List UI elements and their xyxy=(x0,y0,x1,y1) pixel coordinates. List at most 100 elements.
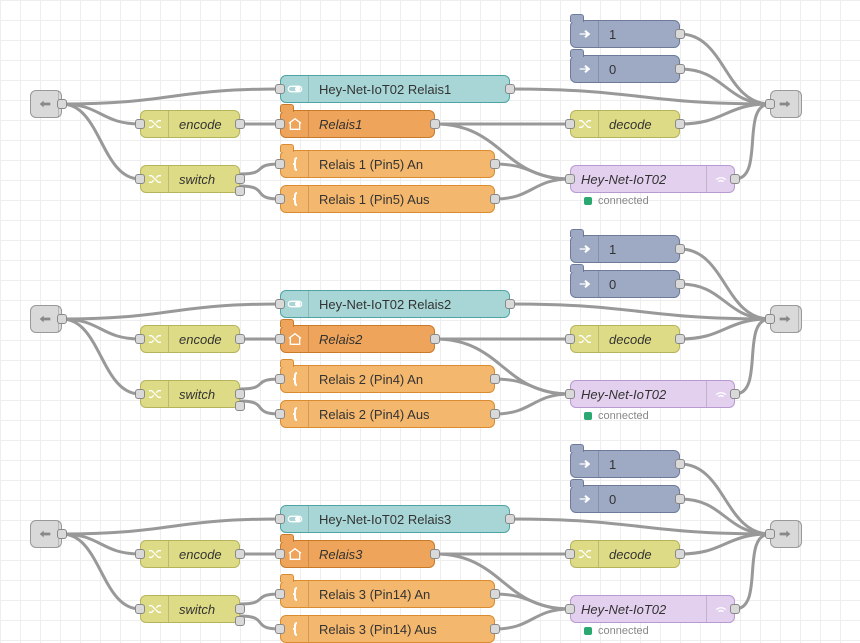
shuffle-icon xyxy=(141,111,169,137)
ui-switch-1[interactable]: Hey-Net-IoT02 Relais2 xyxy=(280,290,510,318)
link-in-1[interactable] xyxy=(30,305,62,333)
decode-0[interactable]: decode xyxy=(570,110,680,138)
encode-1-label: encode xyxy=(169,332,239,347)
home-icon xyxy=(281,326,309,352)
switch-0[interactable]: switch xyxy=(140,165,240,193)
home-icon xyxy=(281,541,309,567)
switch-1[interactable]: switch xyxy=(140,380,240,408)
brace-icon xyxy=(281,581,309,607)
link-out-0[interactable] xyxy=(770,90,802,118)
ui-switch-2[interactable]: Hey-Net-IoT02 Relais3 xyxy=(280,505,510,533)
arrow-icon xyxy=(571,451,599,477)
inject-0-1[interactable]: 0 xyxy=(570,270,680,298)
relais-1-label: Relais2 xyxy=(309,332,434,347)
mqtt-2[interactable]: Hey-Net-IoT02 xyxy=(570,595,735,623)
shuffle-icon xyxy=(571,326,599,352)
arrow-icon xyxy=(571,21,599,47)
mqtt-status-text-1: connected xyxy=(598,410,649,422)
link-out-1[interactable] xyxy=(770,305,802,333)
shuffle-icon xyxy=(571,541,599,567)
inject-1-2[interactable]: 1 xyxy=(570,450,680,478)
status-dot-icon xyxy=(584,412,592,420)
switch-1-label: switch xyxy=(169,387,239,402)
mqtt-0[interactable]: Hey-Net-IoT02 xyxy=(570,165,735,193)
shuffle-icon xyxy=(141,381,169,407)
switch-2-label: switch xyxy=(169,602,239,617)
mqtt-0-label: Hey-Net-IoT02 xyxy=(571,172,706,187)
encode-2-label: encode xyxy=(169,547,239,562)
encode-0[interactable]: encode xyxy=(140,110,240,138)
inject-0-2[interactable]: 0 xyxy=(570,485,680,513)
brace-icon xyxy=(281,151,309,177)
ui-switch-0-label: Hey-Net-IoT02 Relais1 xyxy=(309,82,509,97)
template-aus-1-label: Relais 2 (Pin4) Aus xyxy=(309,407,494,422)
template-aus-2[interactable]: Relais 3 (Pin14) Aus xyxy=(280,615,495,643)
arrow-icon xyxy=(571,271,599,297)
arrow-icon xyxy=(571,236,599,262)
template-aus-0-label: Relais 1 (Pin5) Aus xyxy=(309,192,494,207)
link-in-icon xyxy=(31,521,59,547)
inject-1-0-label: 1 xyxy=(599,27,679,42)
template-aus-0[interactable]: Relais 1 (Pin5) Aus xyxy=(280,185,495,213)
shuffle-icon xyxy=(141,326,169,352)
toggle-icon xyxy=(281,506,309,532)
template-an-0[interactable]: Relais 1 (Pin5) An xyxy=(280,150,495,178)
brace-icon xyxy=(281,366,309,392)
link-out-icon xyxy=(771,91,799,117)
decode-2-label: decode xyxy=(599,547,679,562)
template-aus-2-label: Relais 3 (Pin14) Aus xyxy=(309,622,494,637)
home-icon xyxy=(281,111,309,137)
link-in-icon xyxy=(31,91,59,117)
ui-switch-1-label: Hey-Net-IoT02 Relais2 xyxy=(309,297,509,312)
mqtt-1[interactable]: Hey-Net-IoT02 xyxy=(570,380,735,408)
ui-switch-2-label: Hey-Net-IoT02 Relais3 xyxy=(309,512,509,527)
template-an-1[interactable]: Relais 2 (Pin4) An xyxy=(280,365,495,393)
link-in-2[interactable] xyxy=(30,520,62,548)
template-aus-1[interactable]: Relais 2 (Pin4) Aus xyxy=(280,400,495,428)
link-out-icon xyxy=(771,521,799,547)
link-out-2[interactable] xyxy=(770,520,802,548)
decode-1[interactable]: decode xyxy=(570,325,680,353)
switch-2[interactable]: switch xyxy=(140,595,240,623)
encode-1[interactable]: encode xyxy=(140,325,240,353)
toggle-icon xyxy=(281,76,309,102)
encode-0-label: encode xyxy=(169,117,239,132)
mqtt-2-label: Hey-Net-IoT02 xyxy=(571,602,706,617)
inject-0-0-label: 0 xyxy=(599,62,679,77)
brace-icon xyxy=(281,616,309,642)
mqtt-status-text-0: connected xyxy=(598,195,649,207)
toggle-icon xyxy=(281,291,309,317)
template-an-2-label: Relais 3 (Pin14) An xyxy=(309,587,494,602)
arrow-icon xyxy=(571,486,599,512)
status-dot-icon xyxy=(584,197,592,205)
brace-icon xyxy=(281,186,309,212)
decode-2[interactable]: decode xyxy=(570,540,680,568)
link-in-icon xyxy=(31,306,59,332)
link-in-0[interactable] xyxy=(30,90,62,118)
link-out-icon xyxy=(771,306,799,332)
inject-0-1-label: 0 xyxy=(599,277,679,292)
inject-1-1-label: 1 xyxy=(599,242,679,257)
inject-1-0[interactable]: 1 xyxy=(570,20,680,48)
template-an-0-label: Relais 1 (Pin5) An xyxy=(309,157,494,172)
mqtt-status-1: connected xyxy=(584,410,649,422)
mqtt-status-0: connected xyxy=(584,195,649,207)
template-an-1-label: Relais 2 (Pin4) An xyxy=(309,372,494,387)
encode-2[interactable]: encode xyxy=(140,540,240,568)
inject-1-2-label: 1 xyxy=(599,457,679,472)
shuffle-icon xyxy=(571,111,599,137)
relais-0-label: Relais1 xyxy=(309,117,434,132)
decode-1-label: decode xyxy=(599,332,679,347)
switch-0-label: switch xyxy=(169,172,239,187)
inject-1-1[interactable]: 1 xyxy=(570,235,680,263)
ui-switch-0[interactable]: Hey-Net-IoT02 Relais1 xyxy=(280,75,510,103)
relais-0[interactable]: Relais1 xyxy=(280,110,435,138)
decode-0-label: decode xyxy=(599,117,679,132)
mqtt-1-label: Hey-Net-IoT02 xyxy=(571,387,706,402)
relais-1[interactable]: Relais2 xyxy=(280,325,435,353)
template-an-2[interactable]: Relais 3 (Pin14) An xyxy=(280,580,495,608)
shuffle-icon xyxy=(141,596,169,622)
inject-0-0[interactable]: 0 xyxy=(570,55,680,83)
status-dot-icon xyxy=(584,627,592,635)
relais-2[interactable]: Relais3 xyxy=(280,540,435,568)
